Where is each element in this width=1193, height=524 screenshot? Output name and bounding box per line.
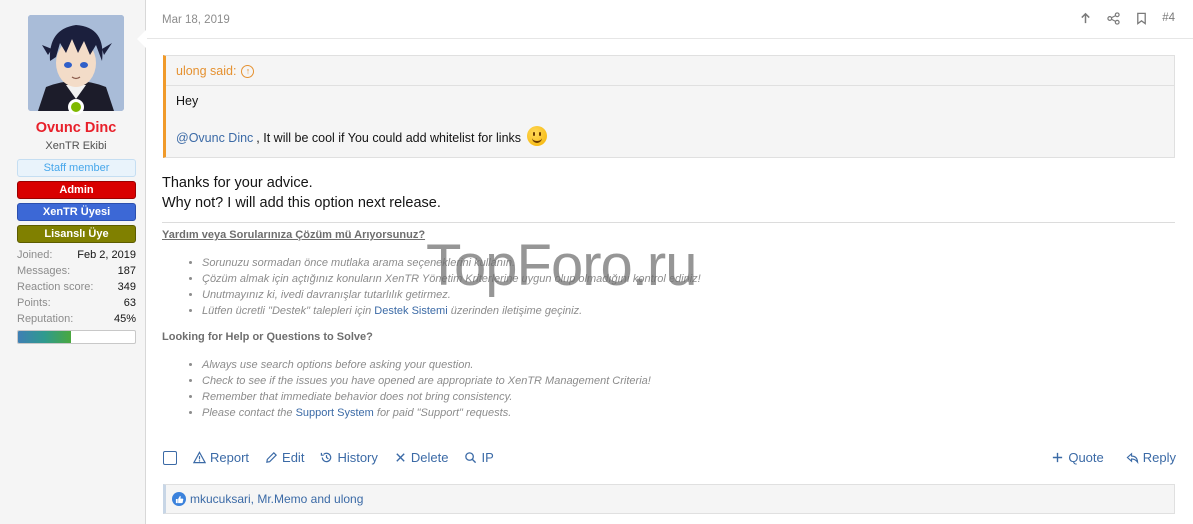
header-divider — [147, 38, 1193, 39]
post-date[interactable]: Mar 18, 2019 — [162, 14, 230, 26]
smiley-icon — [527, 126, 548, 146]
license-banner: Lisanslı Üye — [17, 225, 136, 243]
user-mention[interactable]: @Ovunc Dinc — [176, 131, 253, 145]
quote-text-line1: Hey — [176, 94, 199, 108]
share-icon[interactable] — [1106, 11, 1120, 25]
history-button[interactable]: History — [320, 450, 378, 465]
list-item-text: for paid "Support" requests. — [373, 407, 512, 419]
list-item: Çözüm almak için açtığınız konuların Xen… — [202, 271, 1175, 287]
history-label: History — [337, 450, 378, 465]
list-item: Check to see if the issues you have open… — [202, 373, 1175, 389]
list-item-text: Lütfen ücretli "Destek" talepleri için — [202, 305, 375, 317]
edit-label: Edit — [282, 450, 305, 465]
reply-button[interactable]: Reply — [1126, 450, 1176, 465]
stat-value: 349 — [117, 281, 136, 293]
user-title: XenTR Ekibi — [45, 140, 107, 152]
list-item: Always use search options before asking … — [202, 357, 1175, 373]
message-arrow — [137, 30, 146, 48]
online-status-indicator — [68, 99, 84, 115]
stat-messages: Messages: 187 — [17, 263, 136, 279]
post-actions-right: Quote Reply — [1051, 450, 1176, 465]
stat-value[interactable]: 63 — [124, 295, 136, 311]
reply-icon — [1126, 452, 1139, 464]
quote-text-rest: , It will be cool if You could add white… — [256, 131, 522, 145]
stat-joined: Joined: Feb 2, 2019 — [17, 247, 136, 263]
user-cell: Ovunc Dinc XenTR Ekibi Staff member Admi… — [0, 0, 146, 524]
search-icon — [465, 452, 477, 464]
quote-text-line2: @Ovunc Dinc , It will be cool if You cou… — [176, 126, 548, 148]
stat-reputation: Reputation: 45% — [17, 311, 136, 327]
reactions-bar[interactable]: mkucuksari, Mr.Memo and ulong — [163, 484, 1175, 514]
list-item: Lütfen ücretli "Destek" talepleri için D… — [202, 303, 1175, 319]
report-label: Report — [210, 450, 250, 465]
ip-label: IP — [481, 450, 494, 465]
stat-label: Joined: — [17, 249, 53, 261]
staff-banner: Staff member — [17, 159, 136, 177]
stat-label: Reputation: — [17, 313, 74, 325]
stat-label: Reaction score: — [17, 281, 94, 293]
ip-button[interactable]: IP — [464, 450, 494, 465]
post-body-line1: Thanks for your advice. — [162, 175, 313, 191]
pencil-icon — [266, 452, 278, 463]
signature-list-en: Always use search options before asking … — [202, 357, 1175, 421]
quote-author[interactable]: ulong said: ↑ — [176, 64, 255, 78]
stat-value: Feb 2, 2019 — [77, 249, 136, 261]
support-system-link-tr[interactable]: Destek Sistemi — [374, 305, 447, 317]
bookmark-icon[interactable] — [1134, 11, 1148, 25]
quote-button[interactable]: Quote — [1051, 450, 1104, 465]
quote-author-label[interactable]: ulong said: — [176, 64, 236, 78]
thumbs-up-icon — [172, 492, 186, 506]
signature-divider — [162, 222, 1175, 223]
signature-heading-tr: Yardım veya Sorularınıza Çözüm mü Arıyor… — [162, 229, 426, 241]
post-body-line2: Why not? I will add this option next rel… — [162, 195, 441, 211]
stat-label: Points: — [17, 297, 51, 309]
member-banner: XenTR Üyesi — [17, 203, 136, 221]
stat-value[interactable]: 187 — [118, 263, 136, 279]
avatar-image — [28, 15, 124, 111]
arrow-up-circle-icon[interactable]: ↑ — [241, 64, 255, 78]
username[interactable]: Ovunc Dinc — [0, 120, 152, 136]
reply-label: Reply — [1142, 450, 1176, 465]
stat-value: 45% — [113, 313, 136, 325]
warning-icon — [193, 451, 206, 464]
list-item-text: üzerinden iletişime geçiniz. — [447, 305, 583, 317]
select-post-checkbox[interactable] — [163, 450, 177, 465]
signature-list-tr: Sorunuzu sormadan önce mutlaka arama seç… — [202, 255, 1175, 319]
report-button[interactable]: Report — [193, 450, 249, 465]
arrow-up-icon[interactable] — [1078, 11, 1092, 25]
plus-icon — [1053, 452, 1063, 463]
admin-banner: Admin — [17, 181, 136, 199]
list-item-text: Please contact the — [202, 407, 296, 419]
delete-label: Delete — [410, 450, 449, 465]
quote-block: ulong said: ↑ Hey @Ovunc Dinc , It will … — [163, 55, 1175, 158]
post-actions-left: Report Edit History Delete IP — [163, 450, 494, 465]
post-body: Thanks for your advice. Why not? I will … — [162, 173, 441, 213]
post-attributes: #4 — [1078, 11, 1175, 25]
support-system-link-en[interactable]: Support System — [296, 407, 374, 419]
stat-reaction-score: Reaction score: 349 — [17, 279, 136, 295]
stat-points: Points: 63 — [17, 295, 136, 311]
list-item: Unutmayınız ki, ivedi davranışlar tutarl… — [202, 287, 1175, 303]
list-item: Remember that immediate behavior does no… — [202, 389, 1175, 405]
reputation-bar — [17, 330, 136, 344]
edit-button[interactable]: Edit — [265, 450, 304, 465]
quote-divider — [166, 85, 1174, 86]
signature-heading-en: Looking for Help or Questions to Solve? — [162, 331, 373, 343]
list-item: Sorunuzu sormadan önce mutlaka arama seç… — [202, 255, 1175, 271]
user-stats: Joined: Feb 2, 2019 Messages: 187 Reacti… — [17, 247, 136, 327]
close-icon — [396, 453, 405, 462]
reactions-users-link[interactable]: mkucuksari, Mr.Memo and ulong — [190, 492, 363, 506]
signature: Yardım veya Sorularınıza Çözüm mü Arıyor… — [162, 229, 1175, 421]
reputation-bar-fill — [18, 331, 71, 343]
stat-label: Messages: — [17, 265, 71, 277]
avatar[interactable] — [28, 15, 124, 111]
history-icon — [321, 452, 332, 463]
list-item: Please contact the Support System for pa… — [202, 405, 1175, 421]
post-number-link[interactable]: #4 — [1162, 12, 1175, 24]
delete-button[interactable]: Delete — [394, 450, 449, 465]
quote-label: Quote — [1068, 450, 1104, 465]
